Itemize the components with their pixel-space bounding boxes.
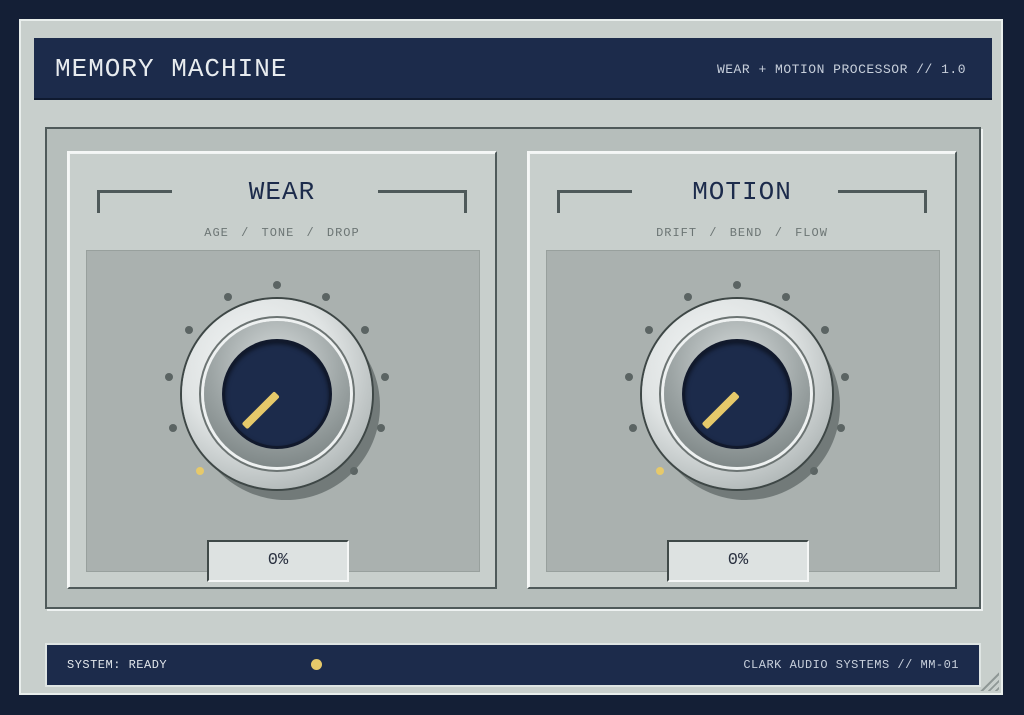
tick-dot-icon (195, 467, 204, 476)
tick-dot-icon (169, 423, 178, 432)
tick-dot-icon (322, 292, 331, 301)
tick-dot-icon (683, 292, 692, 301)
status-bar: SYSTEM: READY CLARK AUDIO SYSTEMS // MM-… (45, 643, 981, 687)
brand-label: CLARK AUDIO SYSTEMS // MM-01 (743, 658, 959, 672)
plugin-window: MEMORY MACHINE WEAR + MOTION PROCESSOR /… (19, 19, 1003, 695)
tick-dot-icon (644, 325, 653, 334)
system-status: SYSTEM: READY (67, 658, 168, 672)
tick-dot-icon (629, 423, 638, 432)
tick-dot-icon (655, 467, 664, 476)
knob-pointer-icon (701, 391, 740, 430)
tick-dot-icon (840, 372, 849, 381)
knob-cap (685, 342, 789, 446)
tick-dot-icon (184, 325, 193, 334)
header-bar: MEMORY MACHINE WEAR + MOTION PROCESSOR /… (34, 38, 992, 100)
motion-module: MOTION DRIFT / BEND / FLOW 0% (527, 151, 957, 589)
tick-dot-icon (782, 292, 791, 301)
wear-subtitle: AGE / TONE / DROP (204, 226, 360, 240)
tick-dot-icon (165, 372, 174, 381)
wear-knob-area: 0% (86, 250, 480, 582)
main-panel: WEAR AGE / TONE / DROP 0% MOTION DRIFT /… (45, 127, 981, 609)
knob-inner-ring (204, 321, 350, 467)
tick-dot-icon (223, 292, 232, 301)
wear-value-readout[interactable]: 0% (207, 540, 349, 582)
knob-pointer-icon (241, 391, 280, 430)
tick-dot-icon (273, 281, 281, 289)
tick-dot-icon (380, 372, 389, 381)
tick-dot-icon (733, 281, 741, 289)
knob-inner-ring (664, 321, 810, 467)
motion-knob-area: 0% (546, 250, 940, 582)
wear-module: WEAR AGE / TONE / DROP 0% (67, 151, 497, 589)
motion-subtitle: DRIFT / BEND / FLOW (656, 226, 828, 240)
tick-dot-icon (625, 372, 634, 381)
knob-cap (225, 342, 329, 446)
status-led-icon (311, 659, 322, 670)
app-subtitle: WEAR + MOTION PROCESSOR // 1.0 (716, 62, 966, 77)
motion-title: MOTION (692, 177, 792, 207)
app-title: MEMORY MACHINE (55, 54, 288, 84)
wear-knob[interactable] (182, 299, 372, 489)
tick-dot-icon (821, 325, 830, 334)
motion-knob[interactable] (642, 299, 832, 489)
wear-title: WEAR (248, 177, 316, 207)
motion-value-readout[interactable]: 0% (667, 540, 809, 582)
tick-dot-icon (361, 325, 370, 334)
